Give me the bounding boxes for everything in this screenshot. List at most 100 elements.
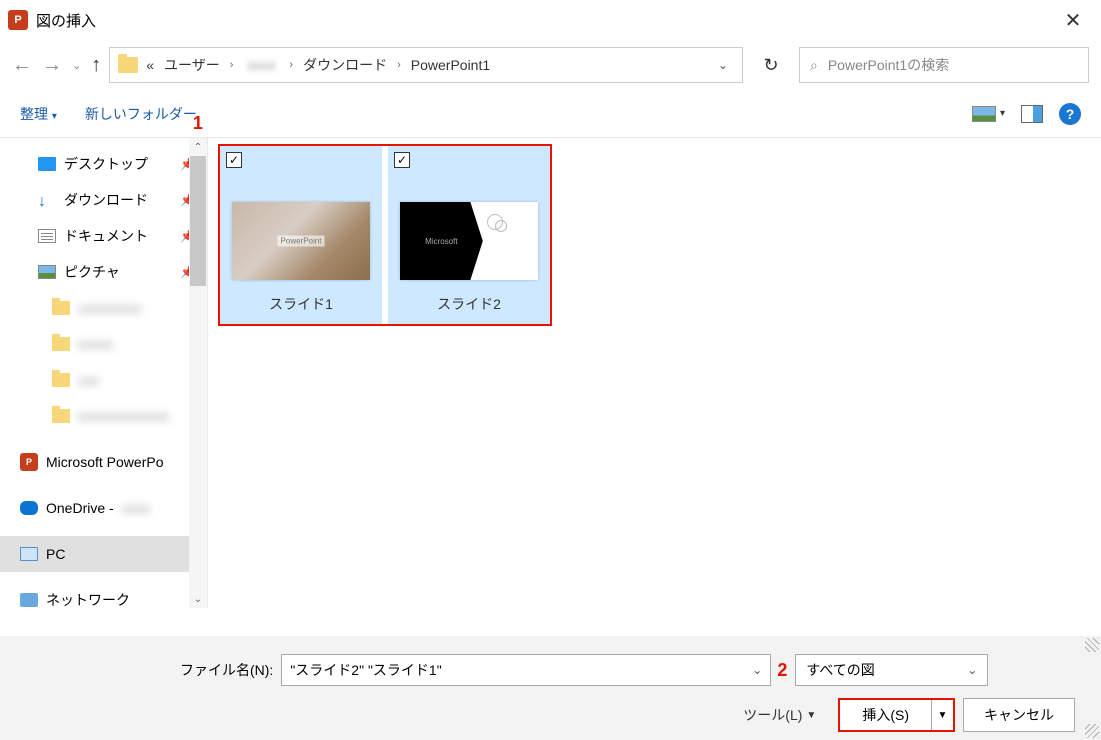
selection-highlight: ✓ スライド1 ✓ Microsoft スライド2 (218, 144, 552, 326)
address-dropdown-icon[interactable]: ⌄ (718, 58, 734, 72)
help-button[interactable]: ? (1059, 103, 1081, 125)
picture-icon (972, 106, 996, 122)
breadcrumb-item[interactable]: ダウンロード (301, 55, 389, 75)
filename-input[interactable]: "スライド2" "スライド1" ⌄ (281, 654, 771, 686)
sidebar-item-folder[interactable]: xxxxxxxxxxxxx (0, 398, 207, 434)
sidebar-item-pc[interactable]: PC (0, 536, 207, 572)
resize-grip-icon[interactable] (1085, 638, 1099, 652)
pictures-icon (38, 265, 56, 279)
filter-select[interactable]: すべての図 ⌄ (795, 654, 988, 686)
insert-button[interactable]: 挿入(S) ▼ (838, 698, 955, 732)
breadcrumb-item[interactable]: PowerPoint1 (409, 57, 492, 73)
scroll-down-icon[interactable]: ⌄ (189, 590, 207, 608)
file-name: スライド1 (226, 288, 376, 322)
tools-button[interactable]: ツール(L) ▼ (743, 705, 816, 725)
chevron-down-icon: ⌄ (967, 663, 977, 677)
close-button[interactable]: ✕ (1053, 8, 1093, 33)
toolbar: 整理 ▾ 新しいフォルダー 1 ▾ ? (0, 90, 1101, 138)
sidebar-item-label: Microsoft PowerPo (46, 454, 163, 470)
onedrive-icon (20, 501, 38, 515)
checkbox-icon[interactable]: ✓ (226, 152, 242, 168)
sidebar-item-onedrive[interactable]: OneDrive - xxxx (0, 490, 207, 526)
folder-icon (118, 57, 138, 73)
sidebar-item-folder[interactable]: xxx (0, 362, 207, 398)
file-item[interactable]: ✓ スライド1 (220, 146, 382, 324)
address-bar[interactable]: « ユーザー › xxxx › ダウンロード › PowerPoint1 ⌄ (109, 47, 743, 83)
chevron-down-icon: ▼ (806, 710, 816, 721)
organize-button[interactable]: 整理 ▾ (20, 104, 57, 124)
cancel-button[interactable]: キャンセル (963, 698, 1075, 732)
nav-back-icon[interactable]: ← (12, 54, 32, 77)
sidebar-item-documents[interactable]: ドキュメント 📌 (0, 218, 207, 254)
filter-value: すべての図 (806, 660, 874, 680)
breadcrumb-item-blurred[interactable]: xxxx (241, 57, 281, 73)
sidebar-item-network[interactable]: ネットワーク (0, 582, 207, 608)
sidebar-item-label-blurred: xxxx (122, 500, 150, 516)
powerpoint-app-icon: P (8, 10, 28, 30)
new-folder-button[interactable]: 新しいフォルダー (85, 104, 197, 124)
sidebar-item-label-blurred: xxxxxxxxxxxxx (78, 408, 169, 424)
sidebar-item-label-blurred: xxx (78, 372, 99, 388)
breadcrumb-item[interactable]: ユーザー (162, 55, 222, 75)
chevron-right-icon[interactable]: › (228, 59, 236, 71)
document-icon (38, 229, 56, 243)
search-placeholder: PowerPoint1の検索 (828, 55, 949, 75)
search-icon: ⌕ (810, 57, 818, 74)
sidebar-item-label: OneDrive - (46, 500, 114, 516)
annotation-2: 2 (777, 660, 787, 681)
sidebar-item-powerpoint[interactable]: P Microsoft PowerPo (0, 444, 207, 480)
checkbox-icon[interactable]: ✓ (394, 152, 410, 168)
navbar: ← → ⌄ ↑ « ユーザー › xxxx › ダウンロード › PowerPo… (0, 40, 1101, 90)
file-thumbnail (232, 202, 370, 280)
nav-recent-dropdown[interactable]: ⌄ (72, 59, 81, 72)
main-area: デスクトップ 📌 ダウンロード 📌 ドキュメント 📌 ピクチャ 📌 xxxxxx… (0, 138, 1101, 608)
pc-icon (20, 547, 38, 561)
desktop-icon (38, 157, 56, 171)
dialog-title: 図の挿入 (36, 10, 96, 31)
folder-icon (52, 337, 70, 351)
sidebar-item-label: ダウンロード (64, 190, 148, 210)
scroll-up-icon[interactable]: ⌃ (189, 138, 207, 156)
filename-label: ファイル名(N): (180, 660, 273, 680)
bottom-panel: ファイル名(N): "スライド2" "スライド1" ⌄ 2 すべての図 ⌄ ツー… (0, 636, 1101, 740)
powerpoint-icon: P (20, 453, 38, 471)
resize-grip-icon[interactable] (1085, 724, 1099, 738)
sidebar-item-downloads[interactable]: ダウンロード 📌 (0, 182, 207, 218)
filename-value: "スライド2" "スライド1" (290, 660, 441, 680)
sidebar-item-label: PC (46, 546, 65, 562)
sidebar-item-pictures[interactable]: ピクチャ 📌 (0, 254, 207, 290)
sidebar-item-desktop[interactable]: デスクトップ 📌 (0, 146, 207, 182)
scrollbar-thumb[interactable] (190, 156, 206, 286)
titlebar: P 図の挿入 ✕ (0, 0, 1101, 40)
breadcrumb-prefix: « (144, 57, 156, 73)
chevron-down-icon[interactable]: ⌄ (752, 663, 762, 677)
download-icon (38, 193, 56, 207)
file-thumbnail: Microsoft (400, 202, 538, 280)
folder-icon (52, 301, 70, 315)
sidebar-item-label: ピクチャ (64, 262, 120, 282)
preview-pane-button[interactable] (1021, 105, 1043, 123)
sidebar-item-label-blurred: xxxxxxxxx (78, 300, 141, 316)
search-box[interactable]: ⌕ PowerPoint1の検索 (799, 47, 1089, 83)
annotation-1: 1 (193, 113, 203, 134)
network-icon (20, 593, 38, 607)
refresh-button[interactable]: ↻ (751, 47, 791, 83)
scrollbar[interactable]: ⌃ ⌄ (189, 138, 207, 608)
insert-button-label: 挿入(S) (840, 700, 931, 730)
view-mode-button[interactable]: ▾ (972, 106, 1005, 122)
chevron-down-icon: ▾ (1000, 108, 1005, 119)
nav-up-icon[interactable]: ↑ (91, 54, 101, 77)
insert-dropdown-icon[interactable]: ▼ (931, 700, 953, 730)
nav-forward-icon: → (42, 54, 62, 77)
sidebar-item-folder[interactable]: xxxxx (0, 326, 207, 362)
file-list[interactable]: ✓ スライド1 ✓ Microsoft スライド2 (208, 138, 1101, 608)
chevron-right-icon[interactable]: › (395, 59, 403, 71)
folder-icon (52, 409, 70, 423)
sidebar-item-label: ドキュメント (64, 226, 148, 246)
sidebar-item-label: ネットワーク (46, 590, 130, 608)
sidebar: デスクトップ 📌 ダウンロード 📌 ドキュメント 📌 ピクチャ 📌 xxxxxx… (0, 138, 208, 608)
chevron-right-icon[interactable]: › (287, 59, 295, 71)
nav-arrows: ← → ⌄ ↑ (12, 54, 101, 77)
sidebar-item-folder[interactable]: xxxxxxxxx (0, 290, 207, 326)
file-item[interactable]: ✓ Microsoft スライド2 (388, 146, 550, 324)
